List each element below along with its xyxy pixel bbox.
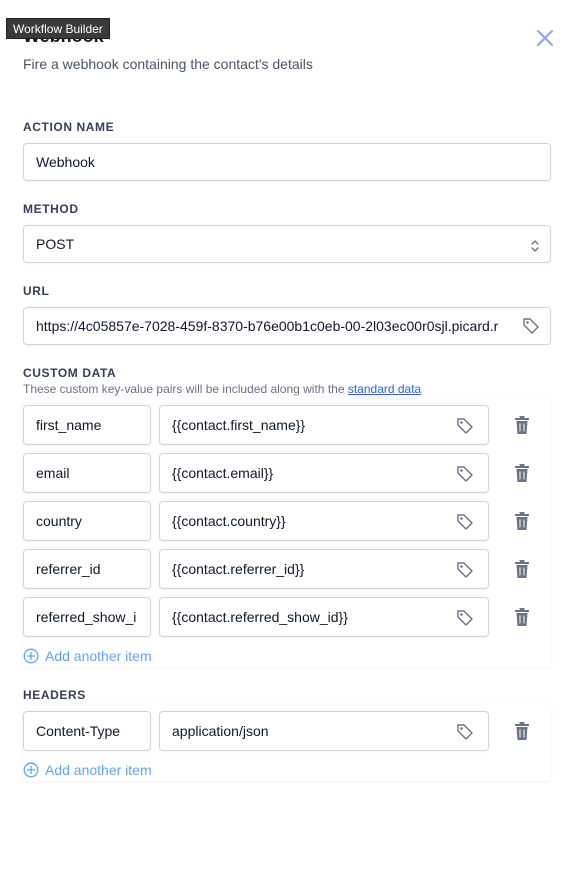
custom-data-key: email xyxy=(36,465,70,481)
header-key: Content-Type xyxy=(36,723,121,739)
url-value: https://4c05857e-7028-459f-8370-b76e00b1… xyxy=(36,318,499,334)
method-select[interactable]: POST xyxy=(23,225,551,263)
trash-icon[interactable] xyxy=(513,415,531,435)
chevron-up-down-icon xyxy=(531,240,539,252)
url-label: URL xyxy=(23,284,50,298)
custom-data-add-button[interactable]: Add another item xyxy=(23,648,152,664)
custom-data-value: {{contact.country}} xyxy=(172,513,286,529)
custom-data-key: referred_show_i xyxy=(36,609,137,625)
page-subtitle: Fire a webhook containing the contact's … xyxy=(23,56,313,72)
method-value: POST xyxy=(36,236,75,252)
tag-icon[interactable] xyxy=(456,465,474,483)
tag-icon[interactable] xyxy=(456,723,474,741)
tooltip: Workflow Builder xyxy=(6,18,110,39)
url-input[interactable]: https://4c05857e-7028-459f-8370-b76e00b1… xyxy=(23,307,551,345)
close-icon[interactable] xyxy=(534,27,556,49)
custom-data-description-text: These custom key-value pairs will be inc… xyxy=(23,382,345,396)
custom-data-key-input[interactable]: referred_show_i xyxy=(23,597,151,637)
trash-icon[interactable] xyxy=(513,463,531,483)
close-button[interactable] xyxy=(534,27,556,49)
trash-icon[interactable] xyxy=(513,607,531,627)
tag-icon[interactable] xyxy=(456,561,474,579)
trash-icon[interactable] xyxy=(513,559,531,579)
header-value-input[interactable]: application/json xyxy=(159,711,489,751)
custom-data-key-input[interactable]: email xyxy=(23,453,151,493)
custom-data-key: first_name xyxy=(36,417,102,433)
custom-data-label: CUSTOM DATA xyxy=(23,366,117,380)
custom-data-value: {{contact.email}} xyxy=(172,465,274,481)
trash-icon[interactable] xyxy=(513,721,531,741)
action-name-input[interactable]: Webhook xyxy=(23,143,551,181)
custom-data-key-input[interactable]: first_name xyxy=(23,405,151,445)
header-value: application/json xyxy=(172,723,269,739)
custom-data-key: referrer_id xyxy=(36,561,101,577)
tag-icon[interactable] xyxy=(456,609,474,627)
custom-data-value: {{contact.referrer_id}} xyxy=(172,561,305,577)
custom-data-value: {{contact.first_name}} xyxy=(172,417,306,433)
custom-data-description: These custom key-value pairs will be inc… xyxy=(23,382,421,396)
custom-data-key: country xyxy=(36,513,82,529)
custom-data-value-input[interactable]: {{contact.referrer_id}} xyxy=(159,549,489,589)
custom-data-key-input[interactable]: country xyxy=(23,501,151,541)
headers-add-button[interactable]: Add another item xyxy=(23,762,152,778)
custom-data-value: {{contact.referred_show_id}} xyxy=(172,609,348,625)
header-key-input[interactable]: Content-Type xyxy=(23,711,151,751)
custom-data-value-input[interactable]: {{contact.country}} xyxy=(159,501,489,541)
action-name-label: ACTION NAME xyxy=(23,120,115,134)
tag-icon[interactable] xyxy=(456,417,474,435)
plus-circle-icon xyxy=(23,762,39,778)
tag-icon[interactable] xyxy=(522,317,540,335)
plus-circle-icon xyxy=(23,648,39,664)
action-name-value: Webhook xyxy=(36,154,95,170)
standard-data-link[interactable]: standard data xyxy=(348,382,421,396)
custom-data-key-input[interactable]: referrer_id xyxy=(23,549,151,589)
tag-icon[interactable] xyxy=(456,513,474,531)
headers-add-label: Add another item xyxy=(45,762,152,778)
custom-data-add-label: Add another item xyxy=(45,648,152,664)
headers-label: HEADERS xyxy=(23,688,86,702)
trash-icon[interactable] xyxy=(513,511,531,531)
custom-data-value-input[interactable]: {{contact.referred_show_id}} xyxy=(159,597,489,637)
method-label: METHOD xyxy=(23,202,79,216)
custom-data-value-input[interactable]: {{contact.first_name}} xyxy=(159,405,489,445)
custom-data-value-input[interactable]: {{contact.email}} xyxy=(159,453,489,493)
